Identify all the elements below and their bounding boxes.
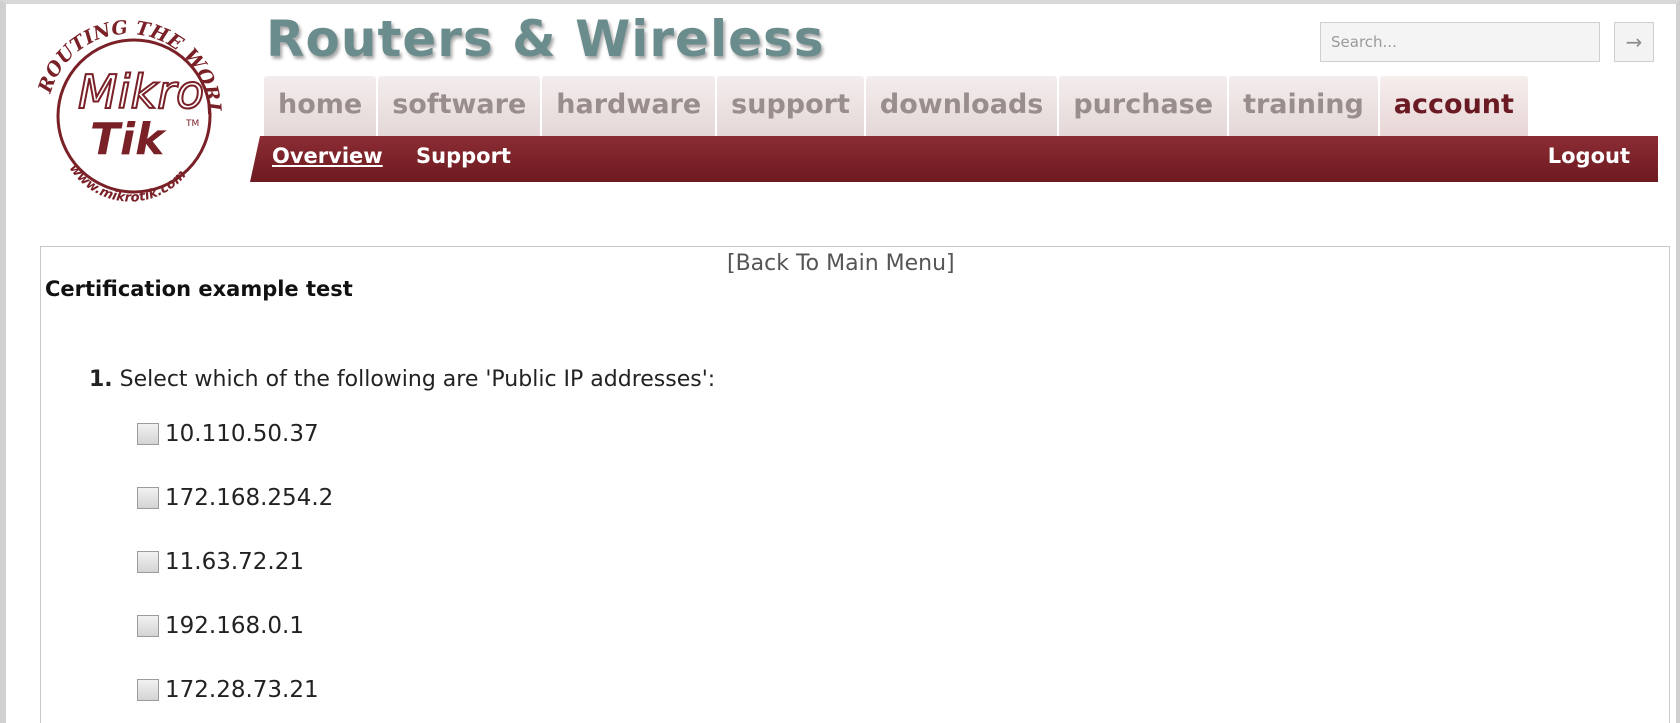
answer-option[interactable]: 10.110.50.37 (137, 419, 333, 449)
arrow-right-icon: → (1625, 30, 1643, 54)
tab-software[interactable]: software (378, 76, 541, 136)
checkbox[interactable] (137, 487, 159, 509)
mikrotik-logo[interactable]: ROUTING THE WORLD www.mikrotik.com Mikro… (26, 4, 226, 214)
tab-training[interactable]: training (1229, 76, 1378, 136)
answer-option-label: 172.168.254.2 (165, 485, 334, 511)
checkbox[interactable] (137, 615, 159, 637)
sub-nav-bar: Overview Support Logout (250, 136, 1658, 182)
back-to-main-menu-link[interactable]: [Back To Main Menu] (727, 251, 955, 276)
tab-account[interactable]: account (1379, 76, 1528, 136)
checkbox[interactable] (137, 423, 159, 445)
question-number: 1. (89, 367, 113, 392)
question-text: Select which of the following are 'Publi… (119, 367, 716, 392)
site-title: Routers & Wireless (266, 10, 825, 68)
search-submit-button[interactable]: → (1614, 22, 1654, 62)
sub-nav-overview-link[interactable]: Overview (272, 144, 383, 168)
answer-option-label: 172.28.73.21 (165, 677, 319, 703)
checkbox[interactable] (137, 679, 159, 701)
page: ROUTING THE WORLD www.mikrotik.com Mikro… (0, 0, 1680, 723)
tab-hardware[interactable]: hardware (542, 76, 716, 136)
test-panel: [Back To Main Menu] Certification exampl… (40, 246, 1670, 723)
logo-brand-line1: Mikro (78, 65, 204, 119)
logout-link[interactable]: Logout (1548, 144, 1630, 168)
tab-support[interactable]: support (717, 76, 864, 136)
answer-option[interactable]: 172.168.254.2 (137, 483, 333, 513)
tab-home[interactable]: home (264, 76, 377, 136)
answer-option[interactable]: 11.63.72.21 (137, 547, 333, 577)
checkbox[interactable] (137, 551, 159, 573)
answer-options: 10.110.50.37 172.168.254.2 11.63.72.21 1… (137, 419, 333, 723)
search-input[interactable] (1320, 22, 1600, 62)
answer-option-label: 11.63.72.21 (165, 549, 304, 575)
question-1: 1. Select which of the following are 'Pu… (89, 367, 715, 392)
answer-option-label: 192.168.0.1 (165, 613, 304, 639)
main-nav: home software hardware support downloads… (264, 76, 1530, 136)
test-title: Certification example test (45, 277, 353, 301)
logo-brand-line2: Tik (90, 114, 167, 165)
tab-downloads[interactable]: downloads (865, 76, 1058, 136)
tab-purchase[interactable]: purchase (1059, 76, 1228, 136)
answer-option[interactable]: 172.28.73.21 (137, 675, 333, 705)
sub-nav-support-link[interactable]: Support (416, 144, 511, 168)
answer-option-label: 10.110.50.37 (165, 421, 319, 447)
logo-trademark: TM (185, 119, 199, 129)
answer-option[interactable]: 192.168.0.1 (137, 611, 333, 641)
